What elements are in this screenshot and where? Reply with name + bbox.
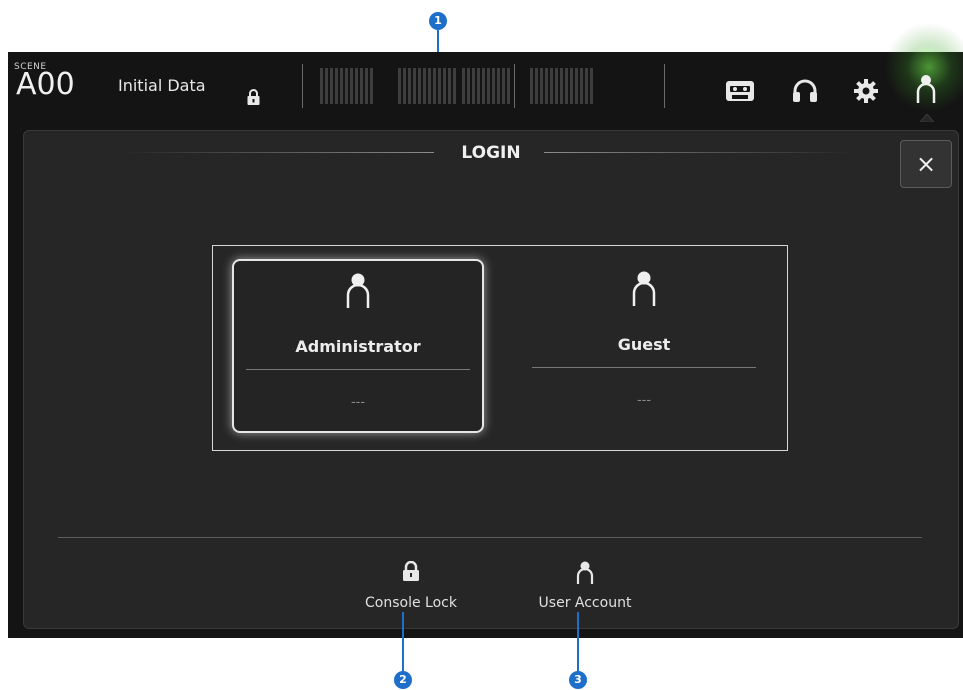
meter-bar [335,68,338,104]
meter-separator [664,64,665,108]
meter-bar [408,68,411,104]
account-name: Guest [617,335,671,354]
meter-bar [555,68,558,104]
meter-bar [438,68,441,104]
scene-name[interactable]: Initial Data [118,76,206,95]
meter-bar [550,68,553,104]
lock-icon [402,560,420,585]
meter-bar [350,68,353,104]
level-meters [302,64,672,108]
meter-bar [560,68,563,104]
user-account-button[interactable]: User Account [515,557,655,613]
meter-bar [487,68,490,104]
meter-bar [370,68,373,104]
meter-bar [477,68,480,104]
meter-bar [423,68,426,104]
meter-bar [355,68,358,104]
meter-bar [448,68,451,104]
account-value: --- [350,395,366,410]
callout-1: 1 [429,12,447,30]
meter-bar [530,68,533,104]
close-button[interactable]: × [900,140,952,188]
account-value: --- [636,393,652,408]
user-icon [631,271,657,311]
login-dialog: LOGIN × Administrator --- Guest --- Cons… [23,130,959,629]
user-pointer-icon [920,114,934,122]
footer-divider [58,537,922,538]
account-card-guest[interactable]: Guest --- [520,259,768,429]
meter-bar [325,68,328,104]
console-screen: SCENE A00 Initial Data LOGIN × Administr… [8,22,963,638]
meter-bar [502,68,505,104]
user-icon [345,273,371,313]
meter-bar [482,68,485,104]
recorder-icon[interactable] [725,80,755,106]
meter-bar [418,68,421,104]
meter-bar [433,68,436,104]
meter-bar [403,68,406,104]
meter-bar [565,68,568,104]
callout-3-line [577,612,579,674]
meter-bar [540,68,543,104]
meter-bar [580,68,583,104]
lock-icon[interactable] [247,89,260,109]
meter-bar [398,68,401,104]
user-icon [576,561,594,589]
meter-bar [570,68,573,104]
user-icon[interactable] [915,74,937,108]
meter-bar [472,68,475,104]
meter-bar [585,68,588,104]
callout-3: 3 [569,671,587,689]
meter-bar [330,68,333,104]
meter-bar [345,68,348,104]
callout-2-line [402,612,404,674]
scene-number[interactable]: A00 [16,70,75,100]
meter-bar [453,68,456,104]
gear-icon[interactable] [853,78,879,108]
meter-bar [428,68,431,104]
meter-bar [497,68,500,104]
console-lock-label: Console Lock [365,595,457,611]
meter-bar [340,68,343,104]
meter-bar [492,68,495,104]
meter-bar [507,68,510,104]
meter-separator [302,64,303,108]
meter-bar [365,68,368,104]
meter-bar [590,68,593,104]
meter-separator [514,64,515,108]
headphones-icon[interactable] [792,79,818,107]
meter-bar [413,68,416,104]
meter-bar [545,68,548,104]
account-card-administrator[interactable]: Administrator --- [232,259,484,433]
level-meter-bars [302,64,665,108]
top-bar: SCENE A00 Initial Data [8,22,963,122]
callout-2: 2 [394,671,412,689]
card-divider [246,369,470,370]
meter-bar [443,68,446,104]
account-name: Administrator [295,337,421,356]
meter-bar [535,68,538,104]
console-lock-button[interactable]: Console Lock [341,557,481,613]
card-divider [532,367,756,368]
meter-bar [360,68,363,104]
meter-bar [462,68,465,104]
meter-bar [575,68,578,104]
meter-bar [467,68,470,104]
user-account-label: User Account [538,595,632,611]
dialog-title: LOGIN [461,143,521,163]
meter-bar [320,68,323,104]
